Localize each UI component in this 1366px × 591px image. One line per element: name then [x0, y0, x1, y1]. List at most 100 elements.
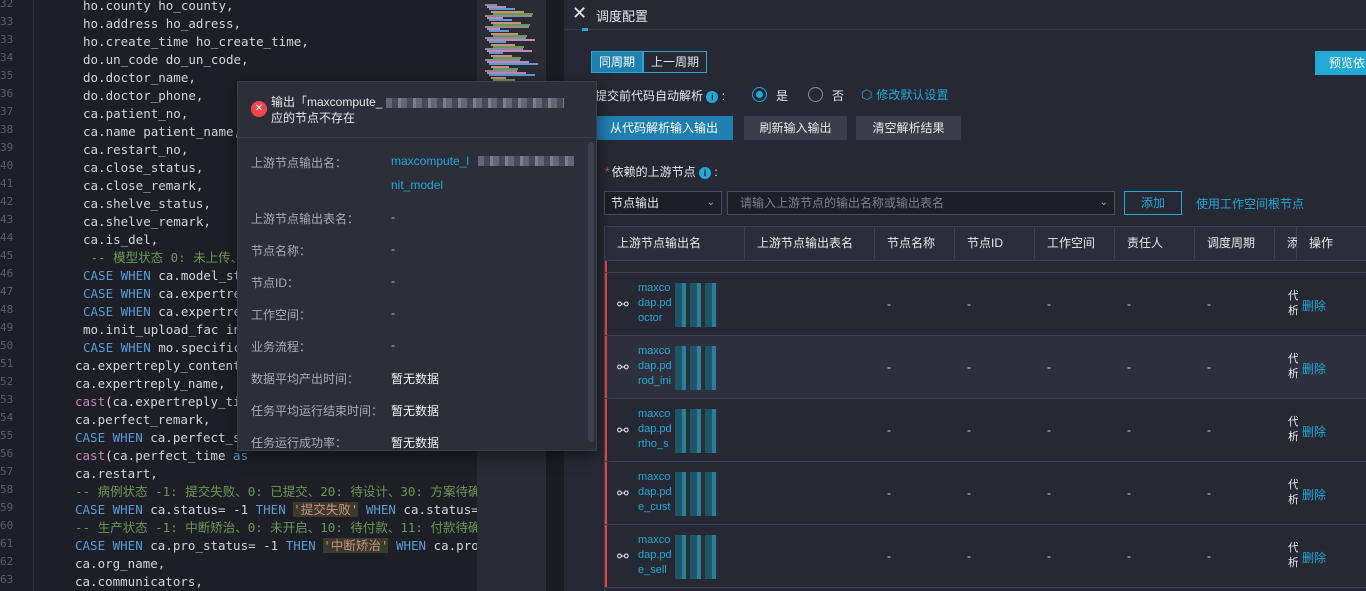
code-token: ho.county ho_county,	[83, 0, 234, 13]
table-cell: -	[887, 423, 891, 437]
add-method-text: 代 析	[1288, 290, 1298, 317]
add-method-text: 代 析	[1288, 416, 1298, 443]
code-token: THEN	[285, 538, 316, 553]
add-button[interactable]: 添加	[1124, 191, 1182, 215]
code-line: ca.shelve_status,	[83, 195, 211, 213]
code-line: ca.org_name,	[75, 555, 165, 573]
table-cell: -	[1127, 486, 1131, 500]
line-number: 57	[0, 465, 14, 478]
code-token: (ca.perfect_time	[105, 448, 234, 463]
output-name-text[interactable]: maxco	[638, 344, 670, 359]
parse-from-code-button[interactable]: 从代码解析输入输出	[595, 116, 733, 140]
modify-default-link[interactable]: ⬡ 修改默认设置	[861, 86, 948, 103]
column-header: 上游节点输出名	[605, 227, 745, 261]
table-row[interactable]: ⚯ maxco dap.pd e_sell - - - - - 代 析删除	[605, 525, 1366, 588]
table-cell: -	[967, 360, 971, 374]
tab-same-period[interactable]: 同周期	[591, 51, 643, 73]
tab-previous-period[interactable]: 上一周期	[643, 51, 707, 73]
output-name-text[interactable]: dap.pd	[638, 422, 672, 437]
code-line: -- 生产状态 -1: 中断矫治、0: 未开启、10: 待付款、11: 付款待确	[75, 519, 481, 537]
upstream-search-input[interactable]: 请输入上游节点的输出名称或输出表名 ⌄	[727, 191, 1115, 215]
code-line: ca.name patient_name,	[83, 123, 241, 141]
use-root-node-link[interactable]: 使用工作空间根节点	[1196, 195, 1304, 212]
output-name-text[interactable]: maxco	[638, 281, 670, 296]
table-row[interactable]: ⚯ maxco dap.pd e_cust - - - - - 代 析删除	[605, 462, 1366, 525]
delete-link[interactable]: 删除	[1302, 360, 1326, 377]
line-number: 43	[0, 213, 14, 226]
line-number: 52	[0, 375, 14, 388]
output-name-text[interactable]: maxco	[638, 533, 670, 548]
popover-title: 输出「maxcompute_ 应的节点不存在	[271, 94, 571, 126]
table-cell: -	[1047, 423, 1051, 437]
popover-field-value[interactable]: maxcompute_l	[391, 154, 469, 168]
upstream-table: 上游节点输出名 上游节点输出表名 节点名称 节点ID 工作空间 责任人 调度周期添操作 ⚯ ma…	[604, 226, 1366, 591]
close-icon[interactable]: ✕	[572, 4, 587, 22]
popover-field-label: 节点ID：	[251, 276, 300, 290]
output-name-text[interactable]: maxco	[638, 470, 670, 485]
autoparse-label-text: 提交前代码自动解析	[595, 89, 704, 103]
line-number: 61	[0, 537, 14, 550]
code-token: THEN	[255, 502, 286, 517]
line-number: 41	[0, 177, 14, 190]
output-name-text[interactable]: dap.pd	[638, 296, 672, 311]
output-name-text[interactable]: maxco	[638, 407, 670, 422]
code-token: CASE WHEN	[83, 286, 151, 301]
output-name-text[interactable]: e_sell	[638, 563, 667, 578]
row-status-bar	[605, 462, 607, 524]
code-token: ca.perfect_st	[142, 430, 249, 445]
tab-indicator	[582, 28, 588, 31]
table-row[interactable]: ⚯ maxco dap.pd octor - - - - - 代 析删除	[605, 273, 1366, 336]
output-name-text[interactable]: dap.pd	[638, 359, 672, 374]
code-line: do.doctor_phone,	[83, 87, 203, 105]
info-icon[interactable]: i	[699, 166, 712, 179]
popover-field-value-continued[interactable]: nit_model	[391, 178, 443, 192]
popover-title-prefix: 输出「maxcompute_	[271, 95, 383, 109]
redacted-text	[675, 346, 719, 390]
table-cell: -	[1047, 486, 1051, 500]
code-token: ho.create_time ho_create_time,	[83, 34, 309, 49]
code-line: CASE WHEN ca.model_sta	[83, 267, 249, 285]
line-number: 62	[0, 555, 14, 568]
upstream-label-text: 依赖的上游节点	[611, 165, 696, 179]
popover-field-label: 工作空间：	[251, 308, 312, 322]
output-name-text[interactable]: rtho_s	[638, 437, 669, 452]
popover-field-label: 数据平均产出时间：	[251, 372, 360, 386]
code-line: CASE WHEN ca.status= -1 THEN '提交失败' WHEN…	[75, 501, 494, 519]
radio-no[interactable]	[808, 87, 823, 102]
required-mark: *	[605, 165, 610, 179]
column-header: 工作空间	[1035, 227, 1115, 261]
output-type-select[interactable]: 节点输出 ⌄	[604, 191, 722, 215]
code-token: ca.restart,	[75, 466, 158, 481]
delete-link[interactable]: 删除	[1302, 423, 1326, 440]
refresh-io-button[interactable]: 刷新输入输出	[744, 116, 847, 140]
output-name-text[interactable]: octor	[638, 311, 662, 326]
code-token: do.un_code do_un_code,	[83, 52, 249, 67]
code-token: mo.init_upload_fac ini	[83, 322, 249, 337]
table-row-partial	[605, 261, 1366, 273]
info-icon[interactable]: i	[706, 90, 719, 103]
output-name-text[interactable]: dap.pd	[638, 548, 672, 563]
redacted-text	[675, 283, 719, 327]
popover-scrollbar[interactable]	[588, 142, 594, 442]
radio-yes[interactable]	[752, 87, 767, 102]
line-number: 50	[0, 339, 14, 352]
preview-dependency-button[interactable]: 预览依	[1315, 51, 1366, 75]
table-row[interactable]: ⚯ maxco dap.pd rtho_s - - - - - 代 析删除	[605, 399, 1366, 462]
column-header: 节点名称	[875, 227, 955, 261]
delete-link[interactable]: 删除	[1302, 549, 1326, 566]
output-name-text[interactable]: e_cust	[638, 500, 670, 515]
code-token: -- 病例状态 -1: 提交失败、0: 已提交、20: 待设计、30: 方案待确	[75, 484, 481, 499]
table-row[interactable]: ⚯ maxco dap.pd rod_ini - - - - - 代 析删除	[605, 336, 1366, 399]
output-name-text[interactable]: dap.pd	[638, 485, 672, 500]
node-output-icon: ⚯	[617, 485, 629, 501]
table-cell: -	[887, 486, 891, 500]
error-icon: ✕	[251, 101, 267, 117]
row-status-bar	[605, 525, 607, 587]
clear-parse-button[interactable]: 清空解析结果	[856, 116, 961, 140]
code-token: mo.specific_	[150, 340, 249, 355]
delete-link[interactable]: 删除	[1302, 486, 1326, 503]
output-name-text[interactable]: rod_ini	[638, 374, 671, 389]
line-number: 37	[0, 105, 14, 118]
table-cell: -	[1127, 549, 1131, 563]
delete-link[interactable]: 删除	[1302, 297, 1326, 314]
